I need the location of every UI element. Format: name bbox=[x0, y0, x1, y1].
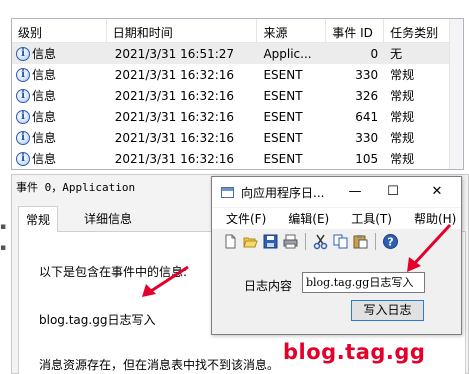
event-datetime: 2021/3/31 16:51:27 bbox=[114, 46, 235, 61]
info-icon: i bbox=[16, 67, 30, 82]
write-log-button[interactable]: 写入日志 bbox=[351, 300, 424, 321]
event-row[interactable]: i 信息 2021/3/31 16:32:16 ESENT 326 常规 bbox=[12, 85, 463, 106]
column-header-datetime[interactable]: 日期和时间 bbox=[107, 19, 258, 42]
info-icon: i bbox=[16, 109, 30, 124]
event-id: 0 bbox=[370, 46, 379, 61]
tab-general[interactable]: 常规 bbox=[18, 206, 59, 232]
event-level: 信息 bbox=[32, 47, 57, 61]
print-icon[interactable] bbox=[282, 233, 299, 250]
menu-edit[interactable]: 编辑(E) bbox=[266, 210, 329, 227]
new-file-icon[interactable] bbox=[222, 233, 239, 250]
column-header-event-id[interactable]: 事件 ID bbox=[326, 19, 385, 42]
info-icon: i bbox=[16, 46, 30, 61]
event-message-line: 消息资源存在，但在消息表中找不到该消息。 bbox=[39, 358, 280, 372]
event-list-scrollbar[interactable] bbox=[449, 19, 463, 169]
paste-icon[interactable] bbox=[352, 233, 369, 250]
event-level: 信息 bbox=[32, 152, 57, 166]
event-source: ESENT bbox=[263, 151, 303, 166]
close-button[interactable]: ✕ bbox=[420, 177, 454, 207]
column-header-source[interactable]: 来源 bbox=[257, 19, 327, 42]
save-icon[interactable] bbox=[262, 233, 279, 250]
edge-fragment: ▪ bbox=[0, 222, 7, 232]
event-level: 信息 bbox=[32, 131, 57, 145]
tab-details[interactable]: 详细信息 bbox=[77, 206, 139, 230]
minimize-button[interactable]: — bbox=[338, 177, 372, 207]
event-level: 信息 bbox=[32, 89, 57, 103]
menu-file[interactable]: 文件(F) bbox=[212, 210, 266, 227]
event-source: ESENT bbox=[263, 130, 303, 145]
event-row[interactable]: i 信息 2021/3/31 16:32:16 ESENT 641 常规 bbox=[12, 106, 463, 127]
event-source: ESENT bbox=[263, 88, 303, 103]
event-datetime: 2021/3/31 16:32:16 bbox=[114, 109, 235, 124]
dialog-titlebar[interactable]: 向应用程序日... — ☐ ✕ bbox=[212, 177, 461, 207]
log-content-input[interactable]: blog.tag.gg日志写入 bbox=[302, 272, 425, 293]
event-id: 641 bbox=[355, 109, 379, 124]
red-arrow-icon bbox=[407, 223, 452, 272]
event-datetime: 2021/3/31 16:32:16 bbox=[114, 67, 235, 82]
event-source: Applic... bbox=[263, 46, 312, 61]
event-id: 330 bbox=[355, 67, 379, 82]
event-list: 级别 日期和时间 来源 事件 ID 任务类别 i 信息 2021/3/31 16:… bbox=[11, 18, 464, 170]
copy-icon[interactable] bbox=[332, 233, 349, 250]
toolbar-separator bbox=[375, 232, 376, 250]
open-folder-icon[interactable] bbox=[242, 233, 259, 250]
event-source: ESENT bbox=[263, 109, 303, 124]
info-icon: i bbox=[16, 88, 30, 103]
log-content-label: 日志内容 bbox=[244, 279, 293, 293]
event-id: 330 bbox=[355, 130, 379, 145]
watermark-text: blog.tag.gg bbox=[283, 340, 426, 364]
event-datetime: 2021/3/31 16:32:16 bbox=[114, 130, 235, 145]
maximize-button[interactable]: ☐ bbox=[376, 177, 410, 207]
red-arrow-icon bbox=[142, 265, 189, 297]
app-window-icon bbox=[221, 186, 234, 198]
event-id: 105 bbox=[355, 151, 379, 166]
event-id: 326 bbox=[355, 88, 379, 103]
event-level: 信息 bbox=[32, 68, 57, 82]
event-row[interactable]: i 信息 2021/3/31 16:32:16 ESENT 330 常规 bbox=[12, 127, 463, 148]
event-row[interactable]: i 信息 2021/3/31 16:32:16 ESENT 105 常规 bbox=[12, 148, 463, 169]
event-datetime: 2021/3/31 16:32:16 bbox=[114, 151, 235, 166]
event-level: 信息 bbox=[32, 110, 57, 124]
edge-fragment: ▪ bbox=[0, 243, 7, 253]
column-header-level[interactable]: 级别 bbox=[12, 19, 107, 42]
info-icon: i bbox=[16, 151, 30, 166]
info-icon: i bbox=[16, 130, 30, 145]
toolbar-separator bbox=[305, 232, 306, 250]
menu-tools[interactable]: 工具(T) bbox=[329, 210, 392, 227]
event-source: ESENT bbox=[263, 67, 303, 82]
cut-icon[interactable] bbox=[312, 233, 329, 250]
dialog-title: 向应用程序日... bbox=[241, 185, 325, 200]
event-row[interactable]: i 信息 2021/3/31 16:51:27 Applic... 0 无 bbox=[12, 43, 463, 64]
event-list-header: 级别 日期和时间 来源 事件 ID 任务类别 bbox=[12, 19, 463, 43]
event-row[interactable]: i 信息 2021/3/31 16:32:16 ESENT 330 常规 bbox=[12, 64, 463, 85]
event-datetime: 2021/3/31 16:32:16 bbox=[114, 88, 235, 103]
help-icon[interactable]: ? bbox=[382, 233, 399, 250]
event-details-title: 事件 0，Application bbox=[16, 181, 136, 194]
svg-text:?: ? bbox=[387, 235, 393, 248]
event-message-line: blog.tag.gg日志写入 bbox=[39, 313, 156, 327]
